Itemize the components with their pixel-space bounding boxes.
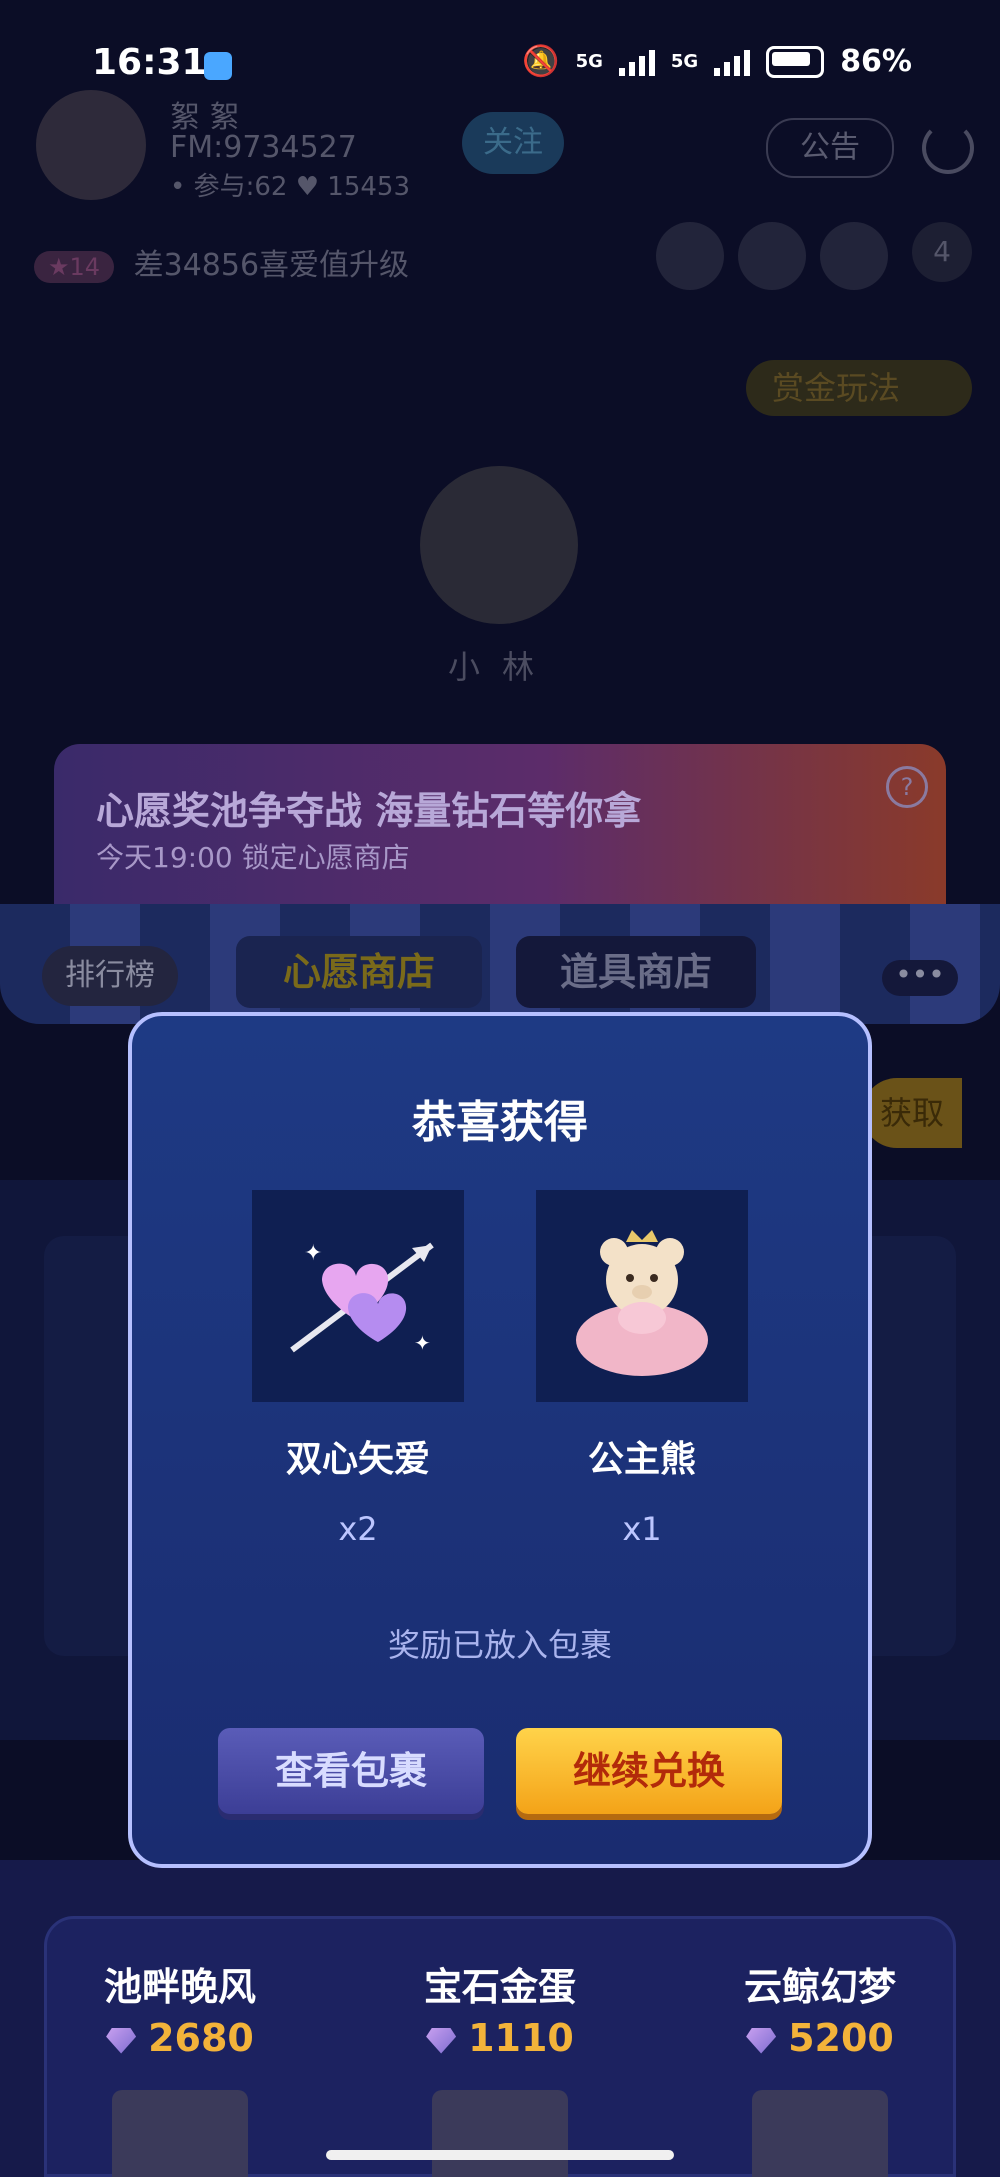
host-avatar[interactable] (36, 90, 146, 200)
item-name: 宝石金蛋 (423, 1965, 576, 2009)
viewer-avatar[interactable] (820, 222, 888, 290)
reward-name-1: 双心矢爱 (285, 1439, 430, 1480)
seat-name: 小林 (448, 648, 557, 686)
reward-item-1: ✦ ✦ (252, 1190, 464, 1402)
diamond-icon (106, 2027, 137, 2054)
level-text: 差34856喜爱值升级 (133, 248, 410, 283)
tab-wish-shop[interactable]: 心愿商店 (236, 936, 482, 1008)
viewer-count[interactable]: 4 (912, 222, 972, 282)
banner-title: 心愿奖池争夺战 海量钻石等你拿 (96, 789, 642, 833)
double-heart-arrow-icon: ✦ ✦ (290, 1241, 434, 1355)
reward-qty-2: x1 (622, 1510, 662, 1548)
viewer-avatar[interactable] (656, 222, 724, 290)
item-thumbnail[interactable] (112, 2090, 248, 2177)
tab-props-shop[interactable]: 道具商店 (516, 936, 756, 1008)
home-indicator[interactable] (326, 2150, 674, 2160)
item-name: 池畔晚风 (103, 1965, 256, 2009)
more-button[interactable]: ••• (882, 960, 958, 996)
princess-bear-icon (576, 1230, 708, 1376)
continue-exchange-button[interactable]: 继续兑换 (516, 1728, 782, 1814)
banner-subtitle: 今天19:00 锁定心愿商店 (96, 841, 410, 874)
level-progress: ★14 差34856喜爱值升级 (34, 240, 409, 284)
item-thumbnail[interactable] (752, 2090, 888, 2177)
reward-item-2 (536, 1190, 748, 1402)
viewer-avatar[interactable] (738, 222, 806, 290)
notice-button[interactable]: 公告 (766, 118, 894, 178)
get-button[interactable]: 获取 (862, 1078, 962, 1148)
level-badge: ★14 (34, 251, 115, 283)
help-icon[interactable]: ? (886, 766, 928, 808)
power-icon[interactable] (922, 122, 974, 174)
svg-text:✦: ✦ (414, 1331, 431, 1355)
follow-button[interactable]: 关注 (462, 112, 564, 174)
item-price: 2680 (60, 2016, 300, 2060)
item-name: 云鲸幻梦 (743, 1965, 896, 2009)
diamond-icon (746, 2027, 777, 2054)
item-thumbnail[interactable] (432, 2090, 568, 2177)
svg-text:✦: ✦ (304, 1241, 322, 1266)
reward-qty-1: x2 (338, 1510, 378, 1548)
dialog-note: 奖励已放入包裹 (387, 1626, 612, 1664)
item-price: 5200 (700, 2016, 940, 2060)
bounty-play-label: 赏金玩法 (772, 369, 901, 407)
seat-avatar[interactable] (420, 466, 578, 624)
tab-leaderboard[interactable]: 排行榜 (42, 946, 178, 1006)
reward-name-2: 公主熊 (587, 1439, 696, 1480)
dialog-title: 恭喜获得 (412, 1097, 588, 1148)
view-bag-button[interactable]: 查看包裹 (218, 1728, 484, 1814)
item-price: 1110 (380, 2016, 620, 2060)
bounty-play-button[interactable]: 赏金玩法 (746, 360, 972, 416)
host-fm-id: FM:9734527 (170, 130, 357, 165)
host-stats: • 参与:62 ♥ 15453 (170, 172, 410, 202)
diamond-icon (426, 2027, 457, 2054)
